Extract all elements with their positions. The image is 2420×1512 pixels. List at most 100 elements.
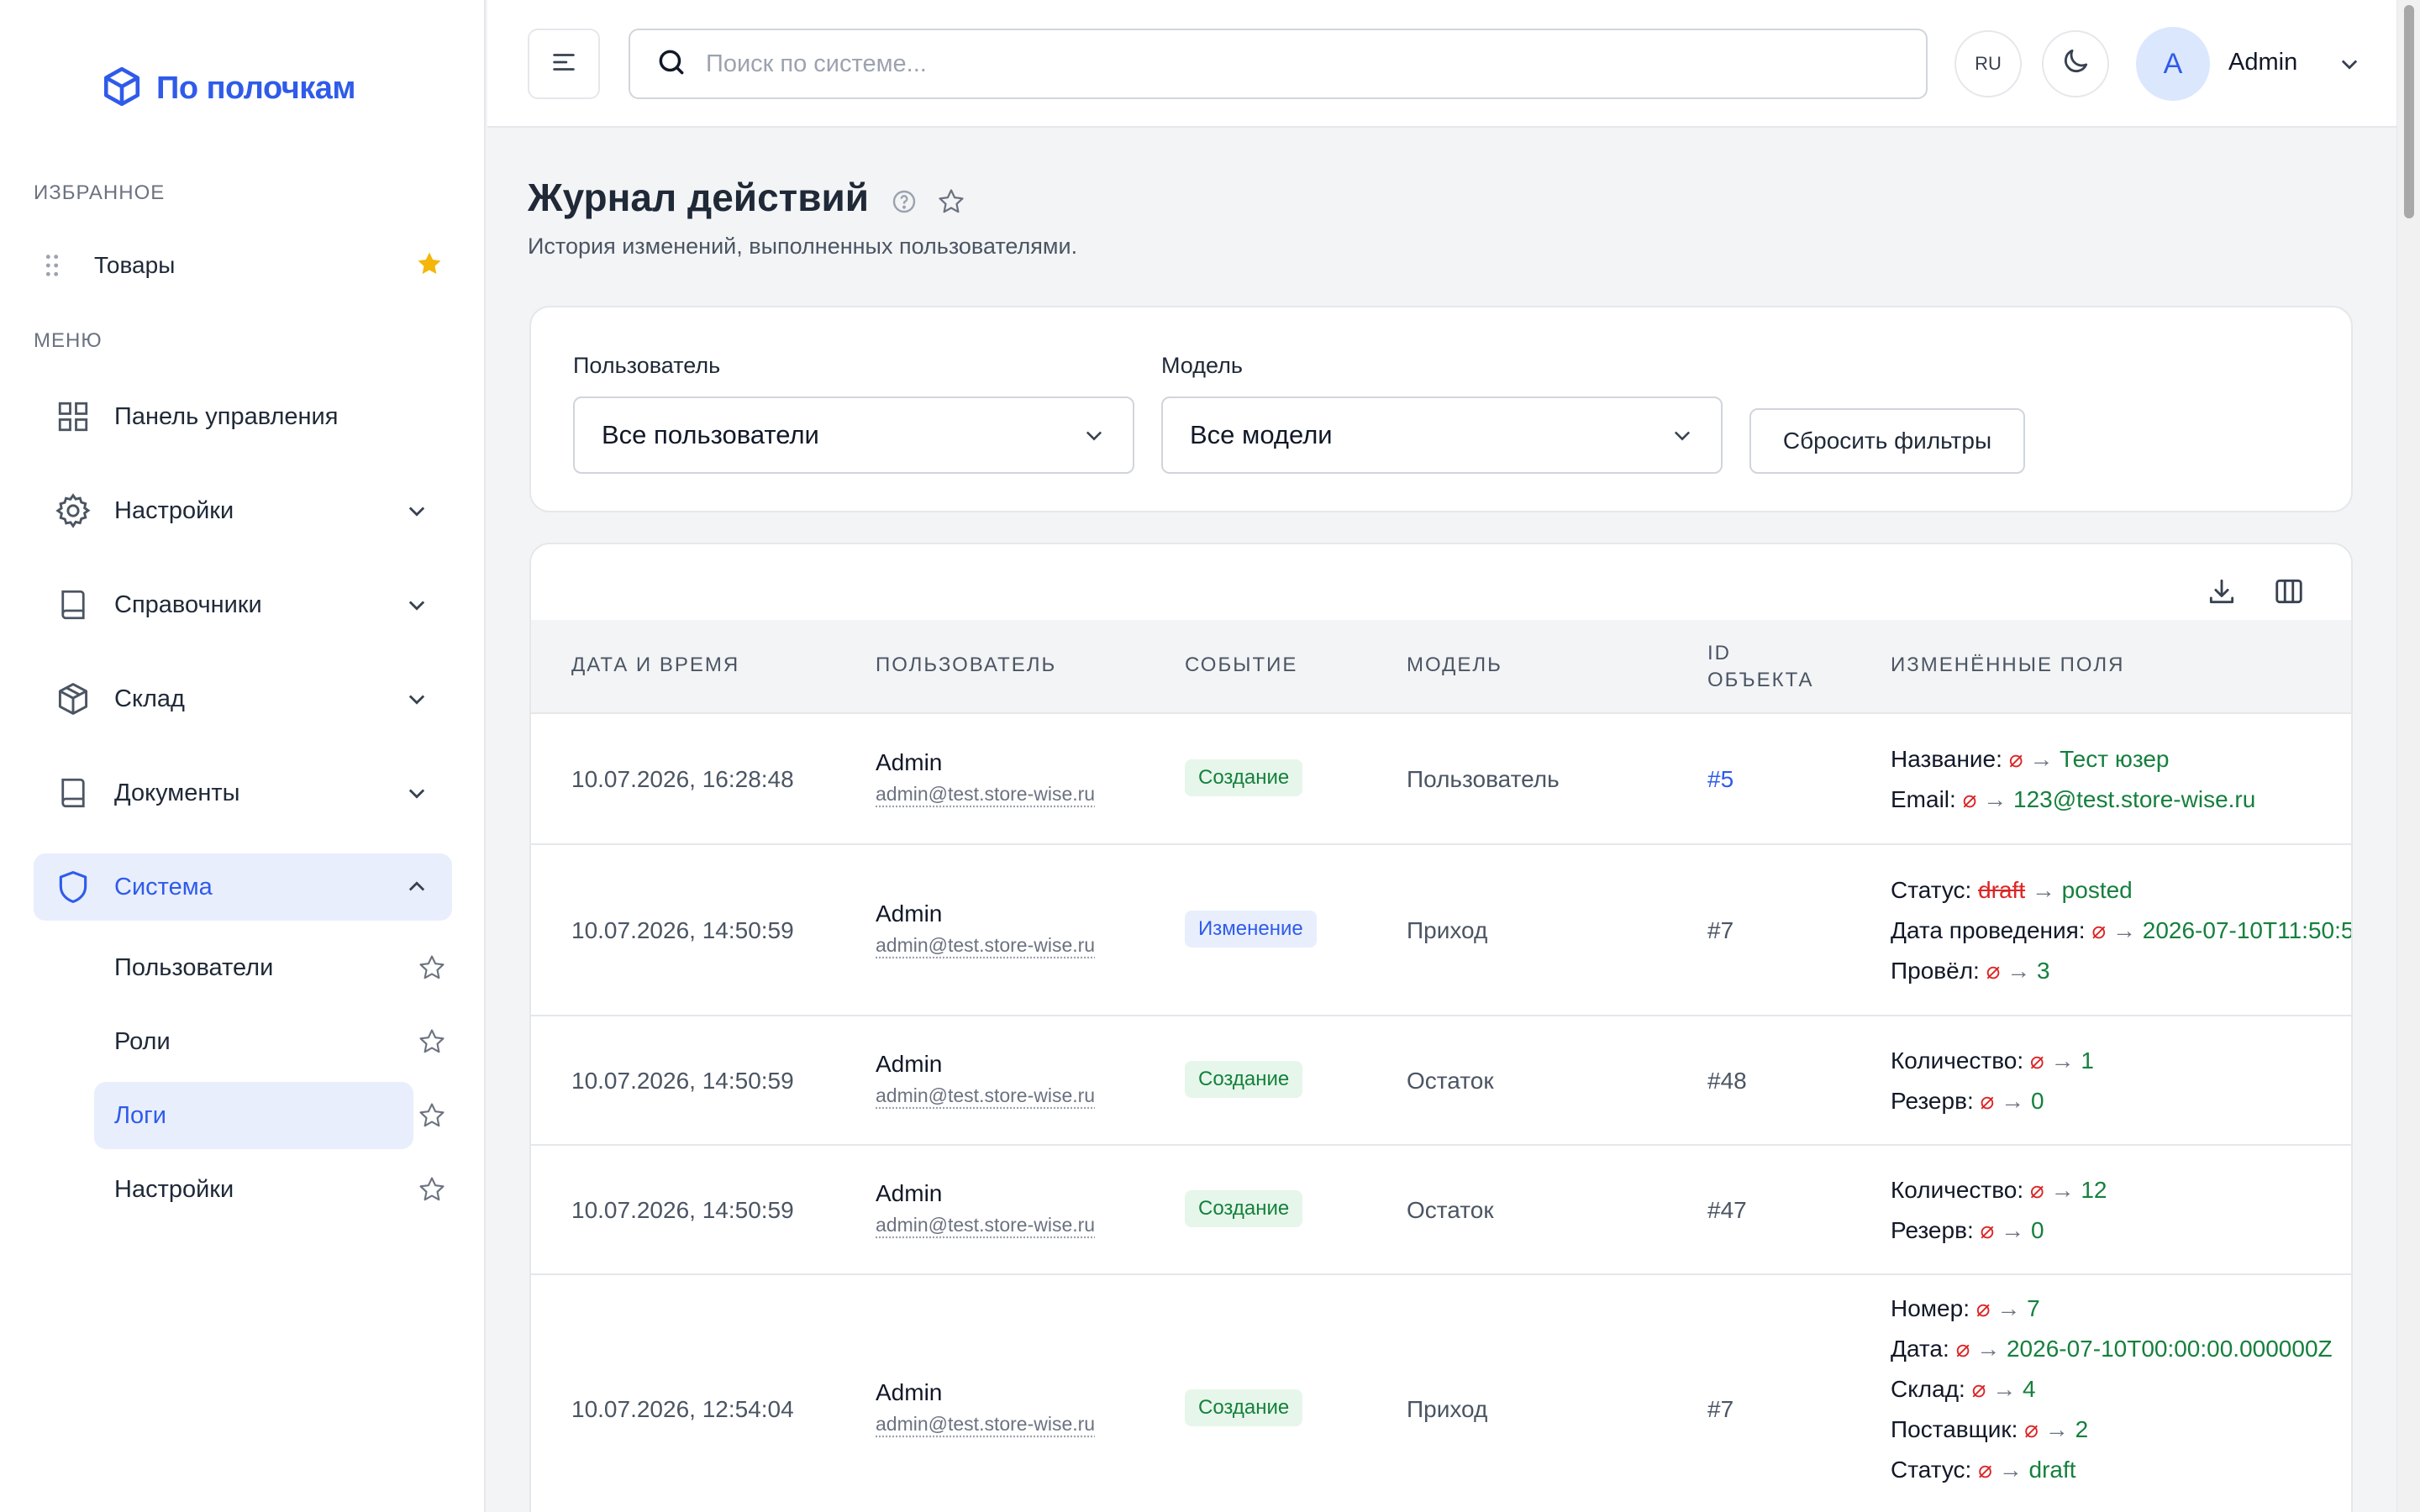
brand-logo[interactable]: По полочкам xyxy=(101,66,355,112)
arrow-right-icon: → xyxy=(2025,877,2062,903)
dashboard-grid-icon xyxy=(54,397,92,436)
change-line: Резерв: ⌀ → 0 xyxy=(1891,1081,2094,1121)
arrow-right-icon: → xyxy=(1976,786,2013,812)
search-box[interactable] xyxy=(629,29,1928,99)
table-row[interactable]: 10.07.2026, 12:54:04 Admin admin@test.stor… xyxy=(531,1275,2353,1512)
chevron-up-icon xyxy=(400,870,434,904)
change-field-name: Количество: xyxy=(1891,1047,2030,1074)
favorites-heading: ИЗБРАННОЕ xyxy=(34,181,165,205)
cell-user-email[interactable]: admin@test.store-wise.ru xyxy=(876,934,1095,957)
sidebar-item-documents[interactable]: Документы xyxy=(34,759,452,827)
user-filter-select[interactable]: Все пользователи xyxy=(573,396,1134,474)
search-icon xyxy=(655,46,687,82)
event-badge: Создание xyxy=(1185,1389,1302,1426)
scrollbar-thumb[interactable] xyxy=(2404,5,2414,218)
change-field-name: Резерв: xyxy=(1891,1217,1981,1243)
sidebar-subitem-label: Настройки xyxy=(114,1176,234,1204)
arrow-right-icon: → xyxy=(2023,746,2060,772)
table-row[interactable]: 10.07.2026, 14:50:59 Admin admin@test.stor… xyxy=(531,1146,2353,1275)
sidebar-item-settings[interactable]: Настройки xyxy=(34,477,452,544)
sidebar-item-system[interactable]: Система xyxy=(34,853,452,921)
column-header-object-id-line2[interactable]: ОБЪЕКТА xyxy=(1707,669,1813,692)
change-new-value: Тест юзер xyxy=(2060,746,2169,772)
change-field-name: Номер: xyxy=(1891,1295,1976,1321)
column-header-user[interactable]: ПОЛЬЗОВАТЕЛЬ xyxy=(876,654,1056,677)
drag-handle-icon[interactable] xyxy=(34,253,71,278)
change-line: Провёл: ⌀ → 3 xyxy=(1891,951,2353,991)
change-new-value: 7 xyxy=(2027,1295,2040,1321)
empty-value-icon: ⌀ xyxy=(2030,1047,2044,1074)
sidebar-item-dashboard[interactable]: Панель управления xyxy=(34,383,452,450)
columns-icon[interactable] xyxy=(2270,573,2307,610)
cell-datetime: 10.07.2026, 14:50:59 xyxy=(571,1068,794,1095)
menu-lines-icon xyxy=(550,48,578,81)
change-field-name: Поставщик: xyxy=(1891,1416,2024,1442)
search-input[interactable] xyxy=(706,50,1882,78)
help-circle-icon[interactable] xyxy=(889,186,919,217)
column-header-object-id[interactable]: ID xyxy=(1707,642,1731,665)
star-outline-icon[interactable] xyxy=(415,1025,449,1058)
user-filter-value: Все пользователи xyxy=(602,420,1079,450)
cell-object-id: #47 xyxy=(1707,1197,1747,1224)
sidebar-item-label: Документы xyxy=(114,780,400,807)
cell-model: Приход xyxy=(1407,1396,1487,1423)
table-row[interactable]: 10.07.2026, 14:50:59 Admin admin@test.stor… xyxy=(531,1016,2353,1146)
document-book-icon xyxy=(54,774,92,812)
table-row[interactable]: 10.07.2026, 14:50:59 Admin admin@test.stor… xyxy=(531,845,2353,1016)
star-outline-icon[interactable] xyxy=(415,951,449,984)
change-new-value: 3 xyxy=(2037,958,2050,984)
star-filled-icon[interactable] xyxy=(415,249,444,282)
page-scrollbar[interactable] xyxy=(2396,0,2420,1512)
change-new-value: 123@test.store-wise.ru xyxy=(2013,786,2255,812)
theme-toggle-button[interactable] xyxy=(2042,30,2109,97)
sidebar-subitem-settings[interactable]: Настройки xyxy=(94,1156,413,1223)
cell-user-email[interactable]: admin@test.store-wise.ru xyxy=(876,1214,1095,1236)
cell-user-email[interactable]: admin@test.store-wise.ru xyxy=(876,1413,1095,1436)
column-header-changed-fields[interactable]: ИЗМЕНЁННЫЕ ПОЛЯ xyxy=(1891,654,2124,677)
sidebar-subitem-roles[interactable]: Роли xyxy=(94,1008,413,1075)
column-header-datetime[interactable]: ДАТА И ВРЕМЯ xyxy=(571,654,739,677)
model-filter-select[interactable]: Все модели xyxy=(1161,396,1723,474)
table-row[interactable]: 10.07.2026, 16:28:48 Admin admin@test.stor… xyxy=(531,714,2353,845)
cell-datetime: 10.07.2026, 16:28:48 xyxy=(571,766,794,793)
download-icon[interactable] xyxy=(2203,573,2240,610)
language-button[interactable]: RU xyxy=(1954,30,2022,97)
change-field-name: Email: xyxy=(1891,786,1963,812)
cell-object-id[interactable]: #5 xyxy=(1707,766,1733,793)
sidebar-toggle-button[interactable] xyxy=(528,29,600,99)
change-new-value: 0 xyxy=(2031,1088,2044,1114)
column-header-event[interactable]: СОБЫТИЕ xyxy=(1185,654,1297,677)
column-header-model[interactable]: МОДЕЛЬ xyxy=(1407,654,1502,677)
page-subtitle: История изменений, выполненных пользоват… xyxy=(528,234,1077,260)
sidebar-subitem-users[interactable]: Пользователи xyxy=(94,934,413,1001)
reset-filters-button[interactable]: Сбросить фильтры xyxy=(1749,408,2025,474)
change-line: Дата проведения: ⌀ → 2026-07-10T11:50:5 xyxy=(1891,911,2353,951)
sidebar-subitem-logs[interactable]: Логи xyxy=(94,1082,413,1149)
cell-user-email[interactable]: admin@test.store-wise.ru xyxy=(876,783,1095,806)
user-name[interactable]: Admin xyxy=(2228,49,2297,76)
sidebar-item-directories[interactable]: Справочники xyxy=(34,571,452,638)
favorite-item-products[interactable]: Товары xyxy=(34,242,454,289)
arrow-right-icon: → xyxy=(1970,1336,2007,1362)
empty-value-icon: ⌀ xyxy=(1981,1217,1995,1243)
chevron-down-icon xyxy=(400,776,434,810)
sidebar-item-label: Настройки xyxy=(114,497,400,525)
sidebar-item-warehouse[interactable]: Склад xyxy=(34,665,452,732)
cell-user-name: Admin xyxy=(876,749,942,776)
cell-datetime: 10.07.2026, 14:50:59 xyxy=(571,1197,794,1224)
empty-value-icon: ⌀ xyxy=(2009,746,2023,772)
star-outline-icon[interactable] xyxy=(936,186,966,217)
cell-user-email[interactable]: admin@test.store-wise.ru xyxy=(876,1084,1095,1107)
change-new-value: 2026-07-10T11:50:5 xyxy=(2143,917,2353,943)
change-field-name: Провёл: xyxy=(1891,958,1986,984)
empty-value-icon: ⌀ xyxy=(1963,786,1977,812)
star-outline-icon[interactable] xyxy=(415,1099,449,1132)
cell-changed-fields: Количество: ⌀ → 1 Резерв: ⌀ → 0 xyxy=(1891,1041,2094,1121)
star-outline-icon[interactable] xyxy=(415,1173,449,1206)
cell-model: Приход xyxy=(1407,917,1487,944)
avatar[interactable]: A xyxy=(2136,27,2210,101)
cell-changed-fields: Номер: ⌀ → 7 Дата: ⌀ → 2026-07-10T00:00:0… xyxy=(1891,1289,2333,1490)
cell-datetime: 10.07.2026, 12:54:04 xyxy=(571,1396,794,1423)
change-new-value: posted xyxy=(2062,877,2133,903)
chevron-down-icon[interactable] xyxy=(2333,47,2366,81)
